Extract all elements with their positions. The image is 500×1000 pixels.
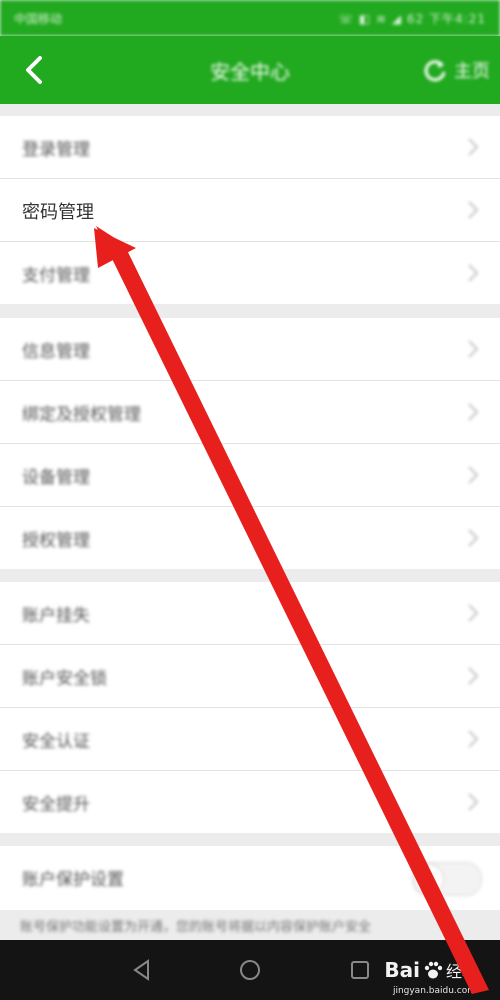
list-item-security-upgrade[interactable]: 安全提升 (0, 771, 500, 833)
list-item-label: 支付管理 (22, 266, 90, 286)
chevron-right-icon (466, 262, 480, 284)
info-section: 信息管理 绑定及授权管理 设备管理 授权管理 (0, 318, 500, 569)
recent-apps-square-icon[interactable] (348, 958, 372, 982)
watermark-text-jingyan: 经验 (445, 962, 478, 981)
chevron-right-icon (466, 602, 480, 624)
chevron-right-icon (466, 136, 480, 158)
refresh-home-icon (422, 57, 448, 83)
list-item-label: 密码管理 (22, 202, 94, 223)
list-item-label: 账户安全锁 (22, 669, 107, 689)
chevron-right-icon (466, 199, 480, 221)
title-bar: 安全中心 主页 (0, 36, 500, 104)
list-item-label: 授权管理 (22, 531, 90, 551)
list-item-account-protection[interactable]: 账户保护设置 (0, 846, 500, 908)
list-item-binding-management[interactable]: 绑定及授权管理 (0, 381, 500, 444)
list-item-device-management[interactable]: 设备管理 (0, 444, 500, 507)
login-section: 登录管理 密码管理 支付管理 (0, 116, 500, 304)
list-item-password-management[interactable]: 密码管理 (0, 179, 500, 242)
home-label: 主页 (454, 61, 490, 82)
status-indicators: ☏ ◧ ≋ ◢ 62 下午4:21 (338, 12, 486, 26)
chevron-right-icon (466, 464, 480, 486)
baidu-watermark: Bai 经验 jingyan.baidu.com (384, 952, 478, 996)
list-item-label: 绑定及授权管理 (22, 405, 141, 425)
chevron-right-icon (466, 728, 480, 750)
status-bar: 中国移动 ☏ ◧ ≋ ◢ 62 下午4:21 (0, 0, 500, 36)
list-item-payment-management[interactable]: 支付管理 (0, 242, 500, 304)
list-item-account-security-lock[interactable]: 账户安全锁 (0, 645, 500, 708)
list-item-label: 登录管理 (22, 140, 90, 160)
watermark-text-bai: Bai (384, 958, 420, 982)
chevron-right-icon (466, 401, 480, 423)
list-item-label: 设备管理 (22, 468, 90, 488)
security-section: 账户挂失 账户安全锁 安全认证 安全提升 (0, 582, 500, 833)
protection-section: 账户保护设置 (0, 846, 500, 910)
list-item-label: 信息管理 (22, 342, 90, 362)
protection-note: 账号保护功能设置为开通，您的账号将据以内容保护账户安全 (20, 920, 372, 935)
chevron-right-icon (466, 527, 480, 549)
list-item-login-management[interactable]: 登录管理 (0, 116, 500, 179)
list-item-label: 账户挂失 (22, 606, 90, 626)
list-item-account-report-loss[interactable]: 账户挂失 (0, 582, 500, 645)
protection-toggle[interactable] (412, 862, 482, 896)
watermark-url: jingyan.baidu.com (392, 986, 476, 996)
chevron-right-icon (466, 791, 480, 813)
list-item-authorization-management[interactable]: 授权管理 (0, 507, 500, 569)
toggle-knob (415, 865, 443, 893)
carrier-label: 中国移动 (14, 12, 63, 26)
chevron-right-icon (466, 665, 480, 687)
list-item-label: 安全认证 (22, 732, 90, 752)
chevron-right-icon (466, 338, 480, 360)
list-item-security-certification[interactable]: 安全认证 (0, 708, 500, 771)
list-item-label: 账户保护设置 (22, 870, 124, 890)
paw-icon (422, 959, 444, 981)
list-item-label: 安全提升 (22, 795, 90, 815)
home-button[interactable]: 主页 (422, 54, 490, 86)
list-item-info-management[interactable]: 信息管理 (0, 318, 500, 381)
home-circle-icon[interactable] (238, 958, 262, 982)
back-triangle-icon[interactable] (130, 958, 154, 982)
